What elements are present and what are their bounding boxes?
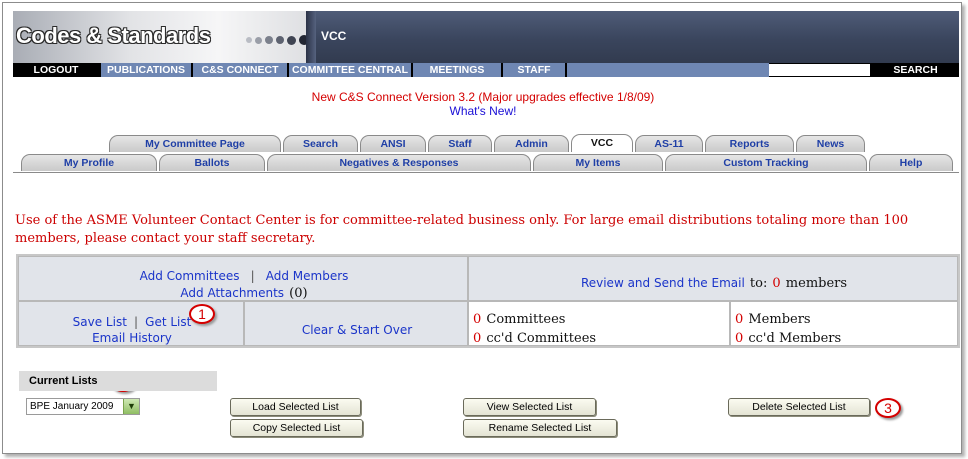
current-list-value: BPE January 2009 — [30, 401, 114, 412]
committees-label: Committees — [486, 312, 566, 327]
nav-committee-central[interactable]: COMMITTEE CENTRAL — [289, 63, 411, 77]
nav-meetings[interactable]: MEETINGS — [413, 63, 501, 77]
members-label: members — [785, 276, 848, 291]
tab-reports[interactable]: Reports — [705, 135, 794, 152]
logo: Codes & Standards — [16, 23, 211, 48]
callout-1: 1 — [189, 304, 215, 324]
rename-selected-list-button[interactable]: Rename Selected List — [463, 419, 617, 437]
tab-ansi[interactable]: ANSI — [360, 135, 426, 152]
tab-as-11[interactable]: AS-11 — [635, 135, 703, 152]
ccd-members-count: 0 — [735, 331, 744, 346]
search-input[interactable] — [769, 64, 870, 76]
email-history-link[interactable]: Email History — [92, 331, 172, 345]
nav-cs-connect[interactable]: C&S CONNECT — [193, 63, 287, 77]
ccd-committees-label: cc'd Committees — [486, 331, 597, 346]
ccd-committees-count: 0 — [473, 331, 482, 346]
current-lists-heading: Current Lists — [19, 371, 217, 391]
add-cell: Add Committees | Add Members Add Attachm… — [18, 256, 468, 301]
tab-custom-tracking[interactable]: Custom Tracking — [665, 154, 867, 171]
header-banner: Codes & Standards VCC — [13, 11, 959, 63]
tab-search[interactable]: Search — [283, 135, 358, 152]
top-nav: LOGOUT PUBLICATIONS C&S CONNECT COMMITTE… — [13, 63, 959, 77]
nav-publications[interactable]: PUBLICATIONS — [101, 63, 191, 77]
nav-staff[interactable]: STAFF — [503, 63, 565, 77]
tab-ballots[interactable]: Ballots — [159, 154, 265, 171]
review-send-email-link[interactable]: Review and Send the Email — [581, 276, 745, 290]
tab-baseline — [13, 172, 959, 173]
link-separator: | — [250, 269, 255, 283]
tab-staff[interactable]: Staff — [428, 135, 492, 152]
members2-count: 0 — [735, 312, 744, 327]
nav-spacer — [567, 63, 769, 77]
members-count-cell: 0 Members 0 cc'd Members — [730, 301, 958, 346]
tab-help[interactable]: Help — [869, 154, 953, 171]
callout-3: 3 — [875, 398, 901, 418]
nav-logout[interactable]: LOGOUT — [13, 63, 99, 77]
tab-vcc[interactable]: VCC — [571, 134, 633, 152]
current-list-select[interactable]: BPE January 2009 ▼ — [26, 398, 140, 415]
to-label: to: — [749, 276, 768, 291]
members2-label: Members — [748, 312, 811, 327]
chevron-down-icon[interactable]: ▼ — [123, 399, 139, 414]
app-window: Codes & Standards VCC LOGOUT PUBLICATION… — [2, 2, 962, 454]
add-committees-link[interactable]: Add Committees — [140, 269, 240, 283]
committees-count-cell: 0 Committees 0 cc'd Committees — [468, 301, 730, 346]
clear-cell: Clear & Start Over — [244, 301, 468, 346]
view-selected-list-button[interactable]: View Selected List — [463, 398, 596, 416]
vcc-action-panel: Add Committees | Add Members Add Attachm… — [16, 254, 960, 348]
review-cell: Review and Send the Email to: 0 members — [468, 256, 958, 301]
ccd-members-label: cc'd Members — [748, 331, 842, 346]
page-title: VCC — [321, 29, 347, 43]
tab-news[interactable]: News — [796, 135, 865, 152]
banner-divider — [306, 11, 316, 63]
tab-admin[interactable]: Admin — [494, 135, 569, 152]
load-selected-list-button[interactable]: Load Selected List — [230, 398, 361, 416]
announcement-text: New C&S Connect Version 3.2 (Major upgra… — [311, 90, 655, 104]
usage-notice: Use of the ASME Volunteer Contact Center… — [15, 213, 909, 246]
logo-dots-icon — [246, 35, 306, 45]
members-count: 0 — [772, 276, 781, 291]
search-button[interactable]: SEARCH — [872, 63, 959, 77]
tab-my-items[interactable]: My Items — [533, 154, 663, 171]
copy-selected-list-button[interactable]: Copy Selected List — [230, 419, 363, 437]
add-attachments-link[interactable]: Add Attachments — [180, 286, 284, 300]
tab-my-committee-page[interactable]: My Committee Page — [109, 135, 281, 152]
tab-my-profile[interactable]: My Profile — [21, 154, 157, 171]
clear-start-over-link[interactable]: Clear & Start Over — [302, 323, 412, 337]
logo-panel: Codes & Standards — [13, 11, 306, 63]
whats-new-link[interactable]: What's New! — [3, 104, 961, 118]
delete-selected-list-button[interactable]: Delete Selected List — [728, 398, 870, 416]
add-members-link[interactable]: Add Members — [266, 269, 349, 283]
tab-negatives-responses[interactable]: Negatives & Responses — [267, 154, 531, 171]
committees-count: 0 — [473, 312, 482, 327]
attachments-count: (0) — [289, 286, 308, 301]
